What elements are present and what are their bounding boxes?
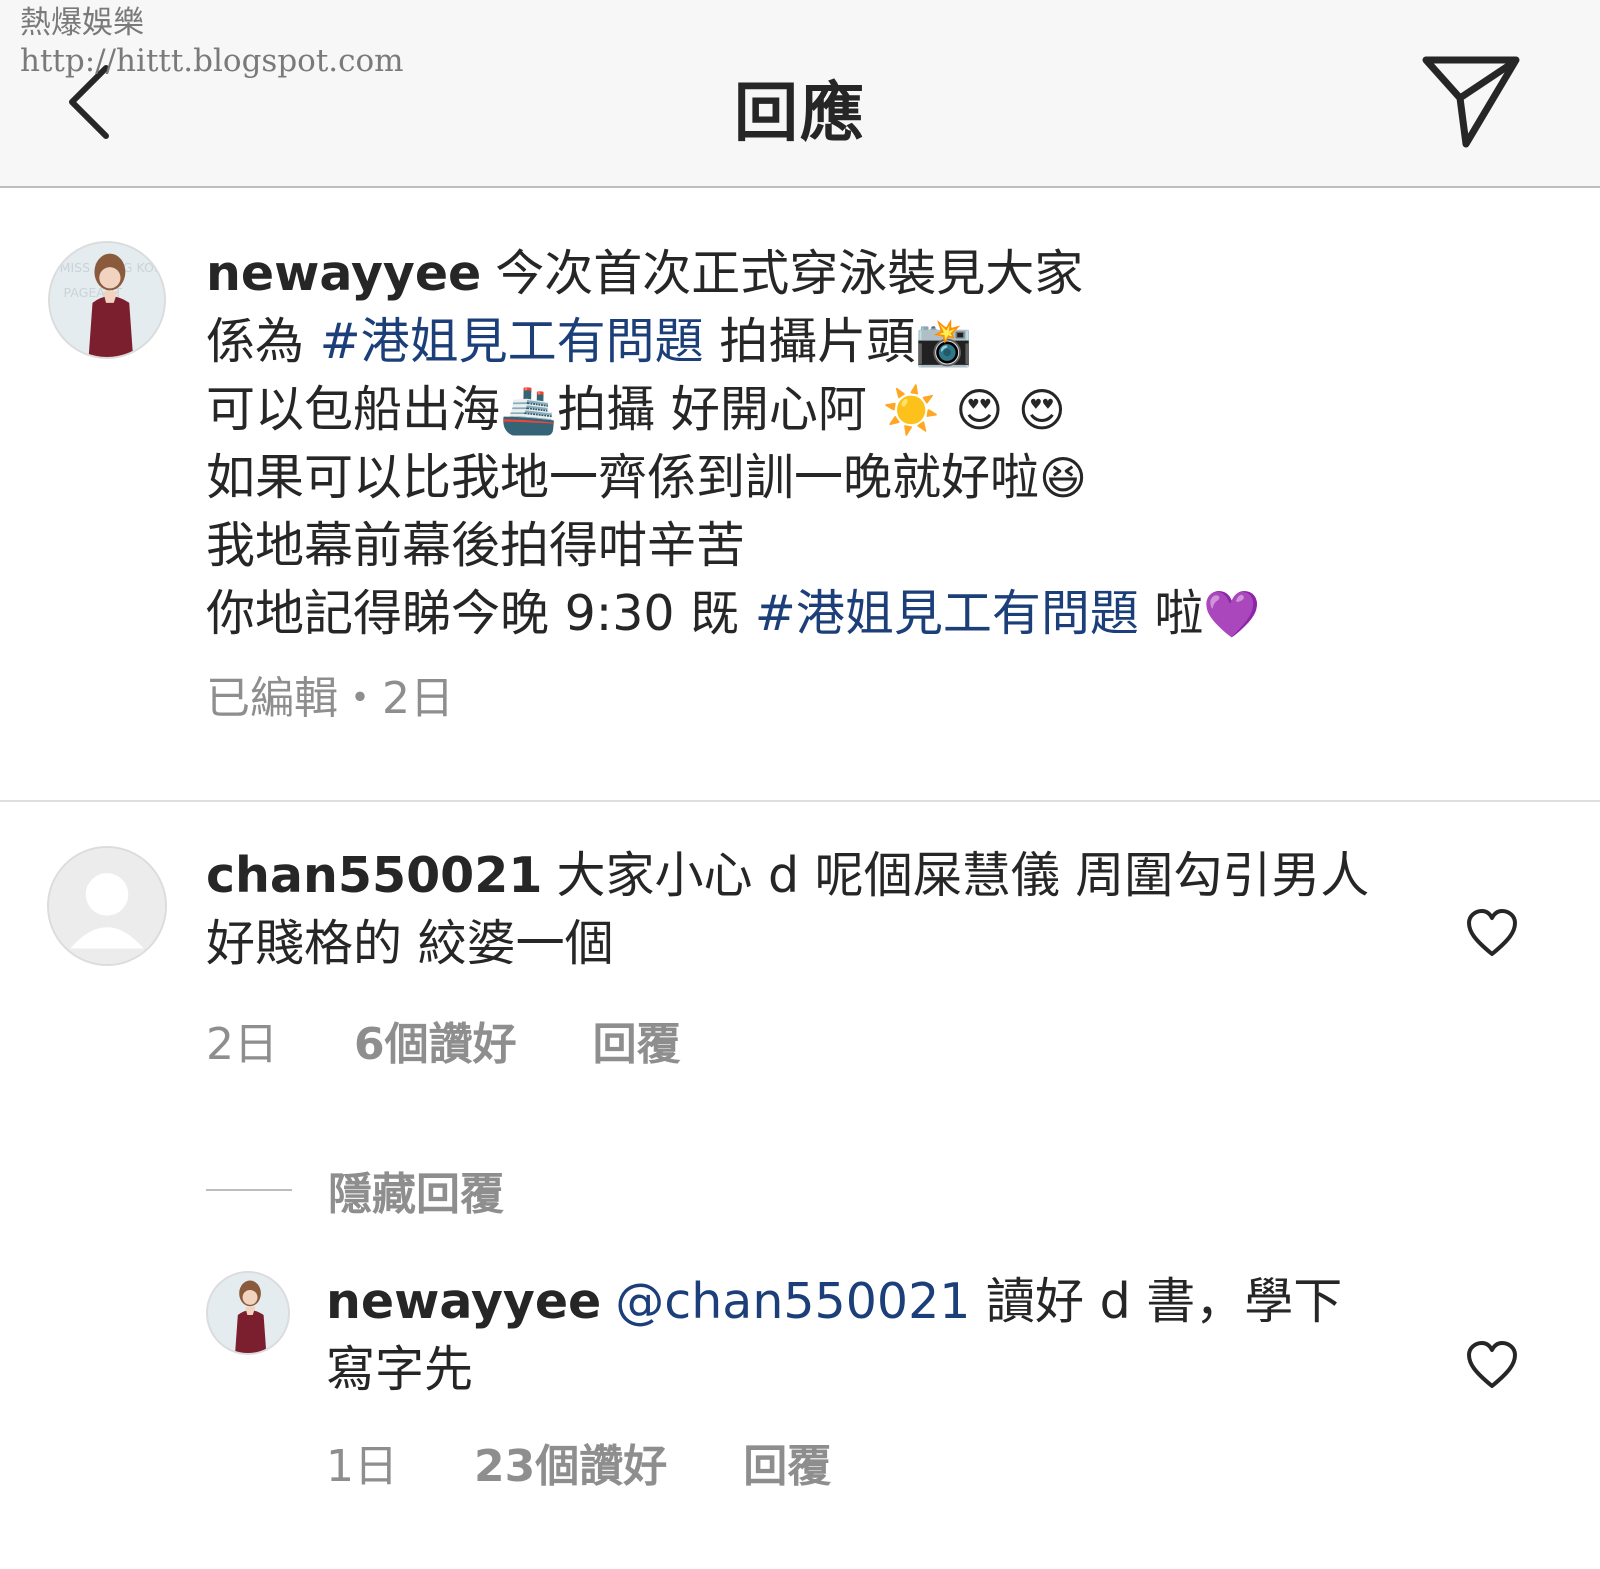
profile-photo [208, 1273, 288, 1353]
hide-replies-label: 隱藏回覆 [328, 1169, 504, 1220]
avatar-chan550021[interactable] [47, 846, 167, 966]
caption-text-segment: 係為 [206, 313, 320, 370]
heart-outline-icon [1467, 909, 1517, 956]
reply-username[interactable]: newayyee [326, 1273, 601, 1330]
caption-text-segment: 可以包船出海 [206, 381, 501, 438]
like-button[interactable] [1465, 1340, 1519, 1390]
reply-likes-count[interactable]: 23個讚好 [474, 1441, 667, 1492]
reply-comment: newayyee @chan550021 讀好 d 書，學下寫字先 1日 23個讚… [326, 1268, 1376, 1494]
reply-time: 1日 [326, 1441, 398, 1492]
edited-timestamp: 已編輯・2日 [206, 673, 454, 724]
caption-line: 你地記得睇今晚 9:30 既 #港姐見工有問題 啦💜 [206, 580, 1536, 648]
watermark-url: http://hittt.blogspot.com [20, 43, 404, 79]
caption-line: 我地幕前幕後拍得咁辛苦 [206, 512, 1536, 580]
comment-time: 2日 [206, 1019, 278, 1070]
comment-username[interactable]: chan550021 [206, 847, 542, 904]
caption-text-segment: 今次首次正式穿泳裝見大家 [495, 245, 1084, 302]
ship-emoji: 🚢 [500, 383, 558, 437]
comment-likes-count[interactable]: 6個讚好 [354, 1019, 517, 1070]
caption-line: 可以包船出海🚢拍攝 好開心阿 ☀️ 😍 😍 [206, 376, 1536, 444]
default-avatar-icon [49, 848, 165, 964]
caption-text-segment: 你地記得睇今晚 9:30 既 [206, 585, 755, 642]
reply-body: newayyee @chan550021 讀好 d 書，學下寫字先 [326, 1268, 1376, 1404]
mention-link[interactable]: @chan550021 [615, 1273, 970, 1330]
caption-text: newayyee 今次首次正式穿泳裝見大家 係為 #港姐見工有問題 拍攝片頭📸 可… [206, 240, 1536, 648]
like-button[interactable] [1465, 908, 1519, 958]
hashtag-link[interactable]: #港姐見工有問題 [755, 585, 1139, 642]
sun-emoji: ☀️ [882, 383, 940, 437]
reply-button[interactable]: 回覆 [593, 1019, 681, 1070]
caption-line: 如果可以比我地一齊係到訓一晚就好啦😆 [206, 444, 1536, 512]
avatar-newayyee[interactable]: MISS HONG KONG PAGEANT [48, 241, 166, 359]
watermark: 熱爆娛樂 http://hittt.blogspot.com [20, 4, 404, 80]
caption-text-segment: 我地幕前幕後拍得咁辛苦 [206, 517, 746, 574]
paper-plane-icon [1422, 56, 1520, 148]
comment: chan550021 大家小心 d 呢個屎慧儀 周圍勾引男人 好賤格的 絞婆一個 … [206, 842, 1376, 1072]
avatar-newayyee-reply[interactable] [206, 1271, 290, 1355]
comment-meta: 2日 6個讚好 回覆 [206, 1008, 1376, 1072]
hide-replies-line [206, 1189, 292, 1191]
laughing-emoji: 😆 [1039, 451, 1087, 505]
share-button[interactable] [1420, 52, 1530, 152]
comment-body: chan550021 大家小心 d 呢個屎慧儀 周圍勾引男人 好賤格的 絞婆一個 [206, 842, 1376, 978]
watermark-title: 熱爆娛樂 [20, 5, 144, 41]
caption-meta: 已編輯・2日 [206, 662, 1536, 726]
camera-flash-emoji: 📸 [915, 315, 973, 369]
heart-outline-icon [1467, 1341, 1517, 1388]
purple-heart-emoji: 💜 [1203, 587, 1261, 641]
heart-eyes-emoji: 😍 😍 [955, 383, 1066, 437]
profile-photo: MISS HONG KONG PAGEANT [50, 243, 164, 357]
caption-line: newayyee 今次首次正式穿泳裝見大家 [206, 240, 1536, 308]
divider [0, 800, 1600, 802]
caption-line: 係為 #港姐見工有問題 拍攝片頭📸 [206, 308, 1536, 376]
caption-text-segment: 啦 [1138, 585, 1204, 642]
hide-replies-toggle[interactable]: 隱藏回覆 [206, 1158, 504, 1222]
caption-text-segment: 拍攝片頭 [703, 313, 916, 370]
caption-username[interactable]: newayyee [206, 245, 481, 302]
caption-text-segment: 拍攝 好開心阿 [557, 381, 883, 438]
reply-meta: 1日 23個讚好 回覆 [326, 1430, 1376, 1494]
hashtag-link[interactable]: #港姐見工有問題 [320, 313, 704, 370]
post-caption: newayyee 今次首次正式穿泳裝見大家 係為 #港姐見工有問題 拍攝片頭📸 可… [206, 240, 1536, 726]
reply-button[interactable]: 回覆 [743, 1441, 831, 1492]
caption-text-segment: 如果可以比我地一齊係到訓一晚就好啦 [206, 449, 1040, 506]
